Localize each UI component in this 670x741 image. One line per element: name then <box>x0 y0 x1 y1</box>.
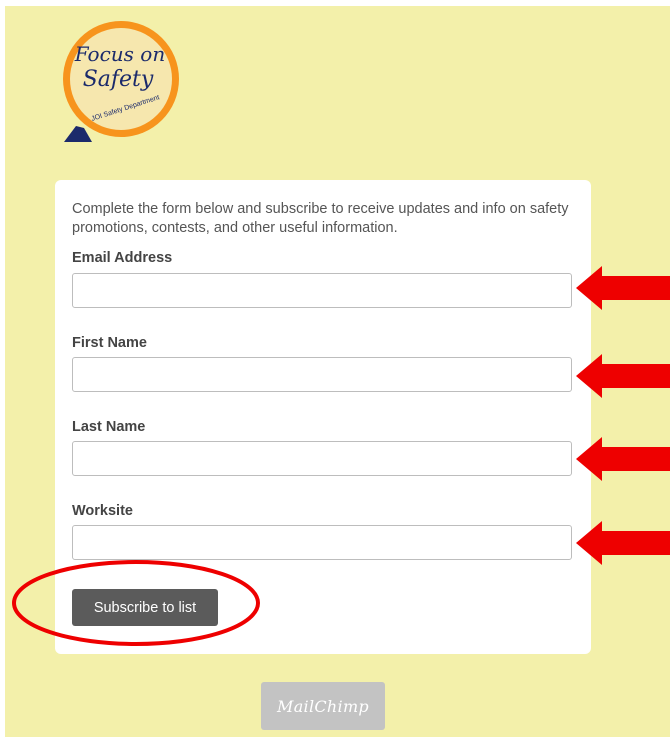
email-address-input[interactable] <box>72 273 572 308</box>
mailchimp-badge[interactable]: MailChimp <box>261 682 385 730</box>
last-name-input[interactable] <box>72 441 572 476</box>
form-intro-text: Complete the form below and subscribe to… <box>72 201 569 236</box>
first-name-input[interactable] <box>72 357 572 392</box>
email-address-label: Email Address <box>72 250 173 266</box>
last-name-label: Last Name <box>72 419 146 435</box>
red-arrow-last-name-icon <box>576 437 670 481</box>
focus-on-safety-logo: Focus on Safety JOI Safety Department <box>63 21 179 142</box>
red-arrow-worksite-icon <box>576 521 670 565</box>
svg-text:Safety: Safety <box>83 67 154 92</box>
svg-text:Focus on: Focus on <box>74 42 165 66</box>
red-arrow-first-name-icon <box>576 354 670 398</box>
red-arrow-email-icon <box>576 266 670 310</box>
worksite-label: Worksite <box>72 503 133 519</box>
first-name-label: First Name <box>72 335 147 351</box>
red-ellipse-highlight-icon <box>12 560 260 646</box>
worksite-input[interactable] <box>72 525 572 560</box>
